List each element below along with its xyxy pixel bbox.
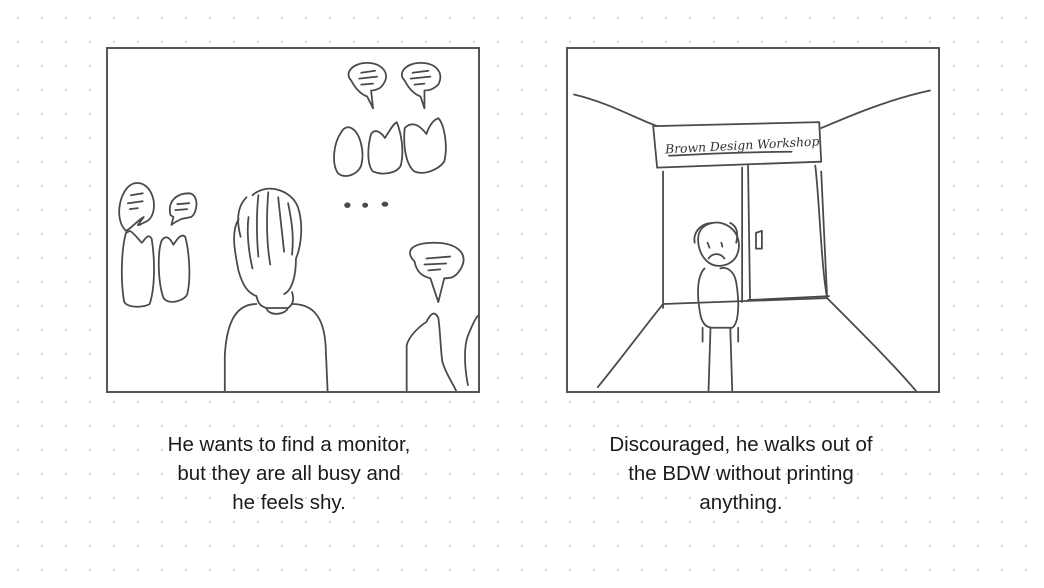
sketch-busy-workshop (118, 61, 478, 391)
bottom-right-student (405, 241, 478, 391)
panel-1-caption-text: He wants to find a monitor, but they are… (167, 433, 411, 514)
storyboard-frame-2: Brown Design Workshop (566, 47, 940, 393)
workshop-sign: Brown Design Workshop (652, 121, 823, 169)
shy-student-back (223, 187, 329, 391)
room-perspective (573, 89, 931, 391)
sketch-leaving-workshop: Brown Design Workshop (573, 89, 931, 391)
sad-student (693, 221, 740, 391)
monitor-group-busy (333, 61, 447, 208)
left-student-group (118, 182, 198, 308)
panel-1-caption: He wants to find a monitor, but they are… (109, 430, 469, 517)
workshop-doors (662, 164, 830, 309)
panel-2-caption: Discouraged, he walks out of the BDW wit… (561, 430, 921, 517)
panel-2-caption-text: Discouraged, he walks out of the BDW wit… (609, 433, 873, 514)
storyboard-frame-1 (106, 47, 480, 393)
